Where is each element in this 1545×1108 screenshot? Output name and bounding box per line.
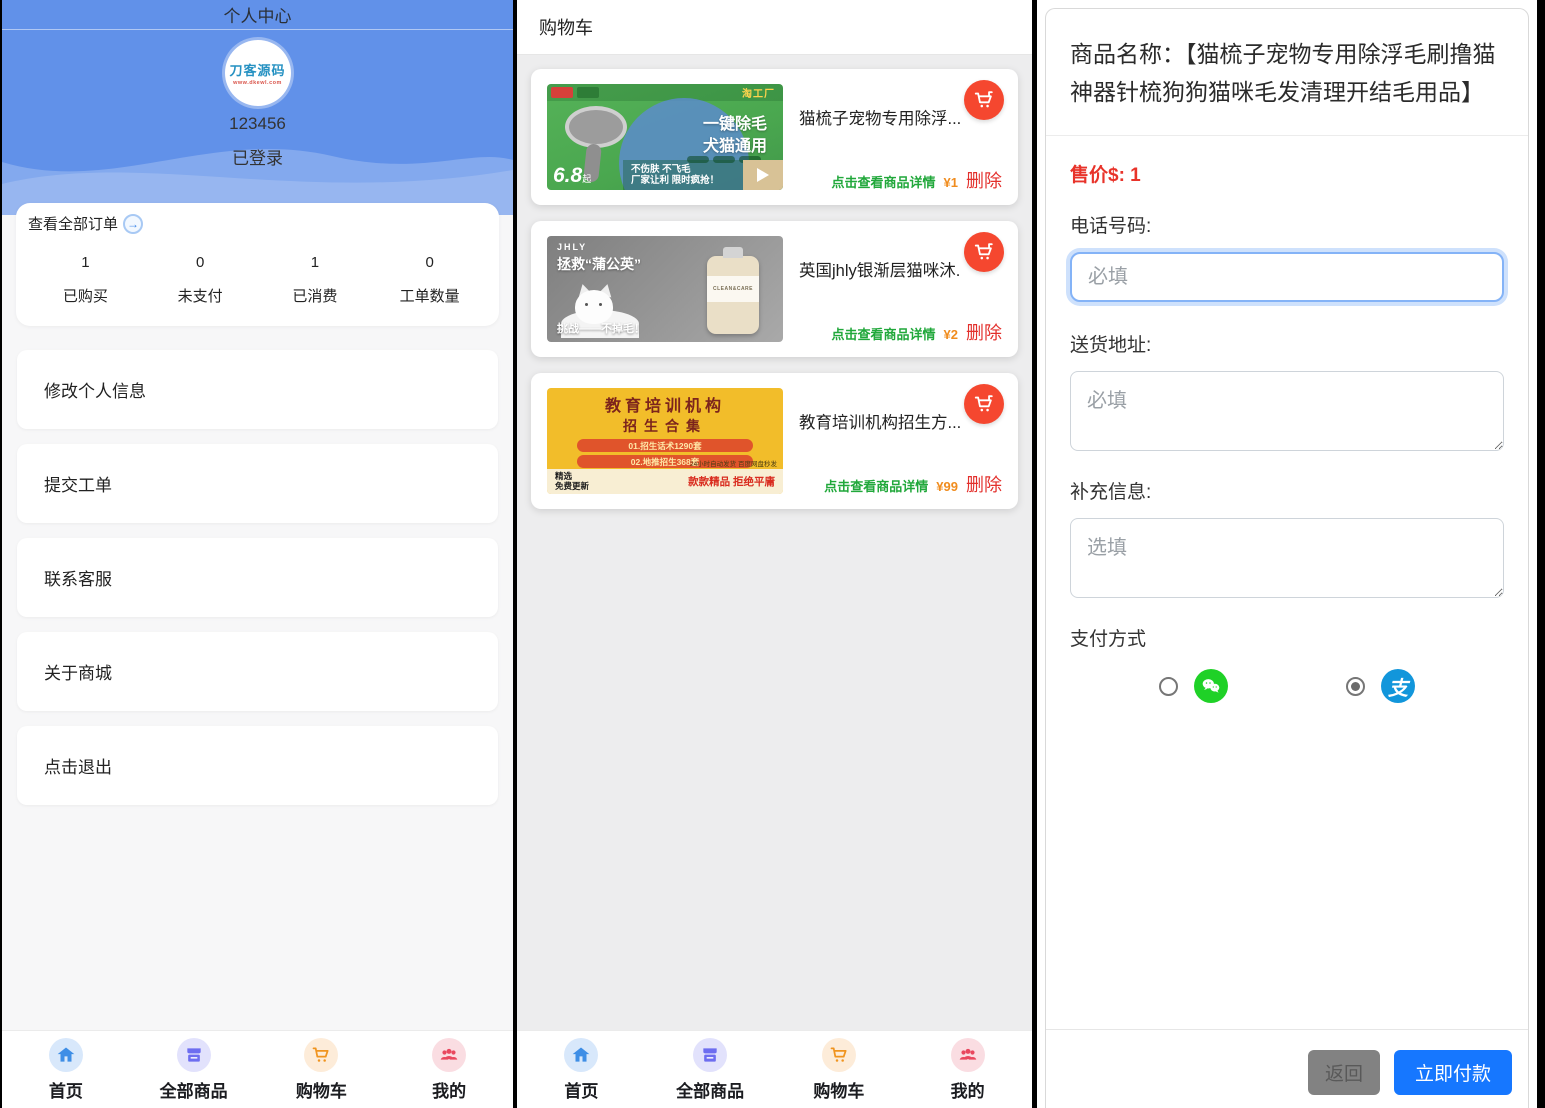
- user-icon: [432, 1038, 466, 1072]
- shop-icon: [177, 1038, 211, 1072]
- product-image-cat: JHLY 拯救“蒲公英” CLEAN&CARE 挑战——不掉毛！: [547, 236, 783, 342]
- stat-unpaid: 0 未支付: [143, 254, 258, 306]
- profile-panel: 个人中心 刀客源码 www.dkewl.com 123456 已登录 查看全部订…: [2, 0, 513, 1108]
- bottle-illustration: CLEAN&CARE: [707, 256, 759, 334]
- promo-badge: [551, 87, 573, 98]
- user-icon: [951, 1038, 985, 1072]
- checkout-footer: 返回 立即付款: [1046, 1029, 1528, 1108]
- cart-title: 购物车: [539, 14, 593, 40]
- cart-icon: [304, 1038, 338, 1072]
- extra-info-textarea[interactable]: [1070, 518, 1504, 598]
- view-detail-link[interactable]: 点击查看商品详情: [832, 172, 936, 191]
- checkout-card: 商品名称：【猫梳子宠物专用除浮毛刷撸猫神器针梳狗狗猫咪毛发清理开结毛用品】 售价…: [1045, 8, 1529, 1108]
- payment-method-label: 支付方式: [1070, 624, 1504, 651]
- menu-item-edit-profile[interactable]: 修改个人信息: [17, 350, 498, 429]
- phone-input[interactable]: [1070, 252, 1504, 302]
- orders-arrow-icon: →: [123, 214, 143, 234]
- delete-button[interactable]: 删除: [966, 167, 1002, 193]
- address-label: 送货地址:: [1070, 330, 1504, 357]
- page-title: 个人中心: [224, 2, 292, 27]
- profile-hero: 刀客源码 www.dkewl.com 123456 已登录: [2, 30, 513, 215]
- cart-list: 淘工厂 一键除毛 犬猫通用 6.8起 不伤肤 不飞毛 厂家让利 限时疯抢！: [517, 55, 1032, 525]
- tab-mine[interactable]: 我的: [385, 1038, 513, 1102]
- menu-item-submit-ticket[interactable]: 提交工单: [17, 444, 498, 523]
- cart-badge-icon: [964, 232, 1004, 272]
- cart-item-shampoo: JHLY 拯救“蒲公英” CLEAN&CARE 挑战——不掉毛！ 英国jhly银…: [531, 221, 1018, 357]
- item-price: ¥2: [944, 327, 958, 342]
- avatar-logo-url: www.dkewl.com: [233, 80, 282, 86]
- tab-home[interactable]: 首页: [2, 1038, 130, 1102]
- tabbar: 首页 全部商品 购物车 我的: [2, 1030, 513, 1108]
- tab-mine[interactable]: 我的: [903, 1038, 1032, 1102]
- price-text: 售价$: 1: [1070, 160, 1504, 187]
- avatar-logo-text: 刀客源码: [229, 60, 285, 79]
- back-button[interactable]: 返回: [1308, 1050, 1380, 1095]
- cart-item-title: 教育培训机构招生方...: [799, 409, 960, 433]
- tab-cart[interactable]: 购物车: [775, 1038, 904, 1102]
- checkout-panel: 商品名称：【猫梳子宠物专用除浮毛刷撸猫神器针梳狗狗猫咪毛发清理开结毛用品】 售价…: [1037, 0, 1537, 1108]
- home-icon: [564, 1038, 598, 1072]
- menu-item-contact-support[interactable]: 联系客服: [17, 538, 498, 617]
- wechat-pay-option: [1100, 669, 1287, 703]
- username: 123456: [229, 114, 286, 134]
- alipay-icon[interactable]: 支: [1381, 669, 1415, 703]
- cart-icon: [822, 1038, 856, 1072]
- product-image-brush: 淘工厂 一键除毛 犬猫通用 6.8起 不伤肤 不飞毛 厂家让利 限时疯抢！: [547, 84, 783, 190]
- cart-item-title: 猫梳子宠物专用除浮...: [799, 105, 960, 129]
- profile-menu: 修改个人信息 提交工单 联系客服 关于商城 点击退出: [17, 350, 498, 805]
- shop-icon: [693, 1038, 727, 1072]
- product-image-education: 教育培训机构 招生合集 01.招生话术1290套 02.地推招生368套 03.…: [547, 388, 783, 494]
- stats-row: 1 已购买 0 未支付 1 已消费 0 工单数量: [28, 254, 487, 306]
- wechat-radio[interactable]: [1159, 677, 1178, 696]
- cart-panel: 购物车 淘工厂 一键除毛 犬猫通用 6.8起 不伤肤 不飞毛: [517, 0, 1032, 1108]
- home-icon: [49, 1038, 83, 1072]
- item-price: ¥1: [944, 175, 958, 190]
- menu-item-about-mall[interactable]: 关于商城: [17, 632, 498, 711]
- view-detail-link[interactable]: 点击查看商品详情: [832, 324, 936, 343]
- tabbar: 首页 全部商品 购物车 我的: [517, 1030, 1032, 1108]
- cart-header: 购物车: [517, 0, 1032, 55]
- tab-cart[interactable]: 购物车: [258, 1038, 386, 1102]
- delete-button[interactable]: 删除: [966, 319, 1002, 345]
- tab-home[interactable]: 首页: [517, 1038, 646, 1102]
- cat-illustration: [575, 290, 613, 324]
- payment-options: 支: [1070, 669, 1504, 703]
- cart-badge-icon: [964, 80, 1004, 120]
- view-all-orders-link[interactable]: 查看全部订单 →: [28, 213, 487, 234]
- stat-purchased: 1 已购买: [28, 254, 143, 306]
- product-name: 商品名称：【猫梳子宠物专用除浮毛刷撸猫神器针梳狗狗猫咪毛发清理开结毛用品】: [1046, 9, 1528, 136]
- stat-consumed: 1 已消费: [258, 254, 373, 306]
- cart-item-education: 教育培训机构 招生合集 01.招生话术1290套 02.地推招生368套 03.…: [531, 373, 1018, 509]
- alipay-option: 支: [1287, 669, 1474, 703]
- tab-all-products[interactable]: 全部商品: [130, 1038, 258, 1102]
- item-price: ¥99: [936, 479, 958, 494]
- cart-item-title: 英国jhly银渐层猫咪沐...: [799, 257, 960, 281]
- alipay-radio[interactable]: [1346, 677, 1365, 696]
- menu-item-logout[interactable]: 点击退出: [17, 726, 498, 805]
- login-status: 已登录: [232, 144, 283, 169]
- orders-link-label: 查看全部订单: [28, 213, 118, 234]
- extra-info-label: 补充信息:: [1070, 477, 1504, 504]
- brush-illustration: [565, 106, 627, 148]
- address-textarea[interactable]: [1070, 371, 1504, 451]
- avatar: 刀客源码 www.dkewl.com: [225, 40, 291, 106]
- promo-badge: [577, 87, 599, 98]
- phone-label: 电话号码:: [1070, 211, 1504, 238]
- profile-header: 个人中心: [2, 0, 513, 30]
- view-detail-link[interactable]: 点击查看商品详情: [824, 476, 928, 495]
- cart-badge-icon: [964, 384, 1004, 424]
- app-root: 个人中心 刀客源码 www.dkewl.com 123456 已登录 查看全部订…: [0, 0, 1545, 1108]
- stat-tickets: 0 工单数量: [372, 254, 487, 306]
- pay-now-button[interactable]: 立即付款: [1394, 1050, 1512, 1095]
- wechat-pay-icon[interactable]: [1194, 669, 1228, 703]
- orders-stats-card: 查看全部订单 → 1 已购买 0 未支付 1 已消费 0 工单数量: [16, 203, 499, 326]
- delete-button[interactable]: 删除: [966, 471, 1002, 497]
- tab-all-products[interactable]: 全部商品: [646, 1038, 775, 1102]
- cart-item-brush: 淘工厂 一键除毛 犬猫通用 6.8起 不伤肤 不飞毛 厂家让利 限时疯抢！: [531, 69, 1018, 205]
